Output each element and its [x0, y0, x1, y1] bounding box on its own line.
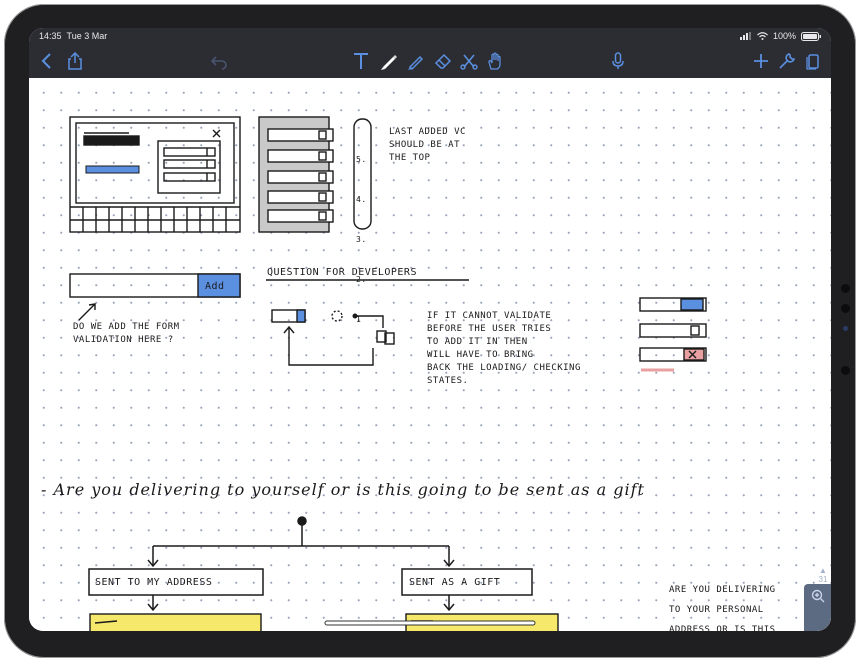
- status-date: Tue 3 Mar: [66, 31, 108, 41]
- magnifier-icon: [811, 589, 824, 603]
- sensor-dot: [841, 304, 850, 313]
- text-tool-icon[interactable]: [351, 51, 371, 71]
- lasso-tool-icon[interactable]: [459, 51, 479, 71]
- status-time-text: 14:35: [39, 31, 62, 41]
- status-bar: 14:35 Tue 3 Mar 100%: [29, 28, 831, 45]
- wifi-icon: [757, 32, 768, 40]
- notebook-canvas[interactable]: LAST ADDED VC SHOULD BE AT THE TOP 5. 4.…: [29, 78, 831, 631]
- note-validation-question: DO WE ADD THE FORM VALIDATION HERE ?: [73, 322, 180, 345]
- note-list-numbers: 5. 4. 3. 2. 1: [356, 130, 371, 350]
- note-cannot-validate: IF IT CANNOT VALIDATE BEFORE THE USER TR…: [427, 311, 581, 386]
- microphone-icon[interactable]: [608, 51, 628, 71]
- note-main-question: - Are you delivering to yourself or is t…: [41, 480, 645, 499]
- page-up-icon[interactable]: ▲: [816, 566, 830, 575]
- sketch-mobile-list: [258, 116, 372, 233]
- cellular-icon: [739, 32, 751, 40]
- status-right: 100%: [739, 31, 821, 41]
- note-delivering-question: ARE YOU DELIVERING TO YOUR PERSONAL ADDR…: [669, 585, 776, 631]
- hand-tool-icon[interactable]: [485, 51, 505, 71]
- pages-icon[interactable]: [803, 51, 823, 71]
- toolbar: [29, 45, 831, 78]
- list-number: 3.: [356, 235, 367, 244]
- highlighter-tool-icon[interactable]: [406, 51, 426, 71]
- status-time: 14:35 Tue 3 Mar: [39, 31, 107, 41]
- share-icon[interactable]: [65, 51, 85, 71]
- battery-icon: [801, 31, 821, 41]
- note-question-title: QUESTION FOR DEVELOPERS: [267, 267, 417, 278]
- sketch-desktop-modal: [69, 116, 241, 233]
- screen: 14:35 Tue 3 Mar 100% LAST ADDED VC SHOUL…: [29, 28, 831, 631]
- page-current: 31: [818, 575, 828, 584]
- list-number: 1: [356, 315, 362, 324]
- sketch-validation-list: [639, 297, 707, 372]
- sensor-dot: [841, 366, 850, 375]
- sensor-dot: [843, 326, 848, 331]
- list-number: 5.: [356, 155, 367, 164]
- zoom-button[interactable]: [804, 584, 831, 631]
- note-last-added: LAST ADDED VC SHOULD BE AT THE TOP: [389, 127, 466, 163]
- undo-icon[interactable]: [209, 51, 229, 71]
- sketch-yellow-card-left: [89, 613, 262, 631]
- camera-dot: [841, 284, 850, 293]
- back-icon[interactable]: [37, 51, 57, 71]
- sketch-tree: [88, 516, 533, 612]
- settings-wrench-icon[interactable]: [777, 51, 797, 71]
- pen-tool-icon[interactable]: [379, 51, 399, 71]
- list-number: 4.: [356, 195, 367, 204]
- eraser-tool-icon[interactable]: [433, 51, 453, 71]
- battery-percent: 100%: [772, 31, 796, 41]
- add-button-label: Add: [205, 281, 225, 292]
- tree-node-sent-as-gift: SENT AS A GIFT: [409, 577, 501, 588]
- add-page-icon[interactable]: [751, 51, 771, 71]
- home-indicator: [324, 620, 536, 626]
- sketch-blue-field: [85, 165, 140, 174]
- tree-node-sent-to-address: SENT TO MY ADDRESS: [95, 577, 213, 588]
